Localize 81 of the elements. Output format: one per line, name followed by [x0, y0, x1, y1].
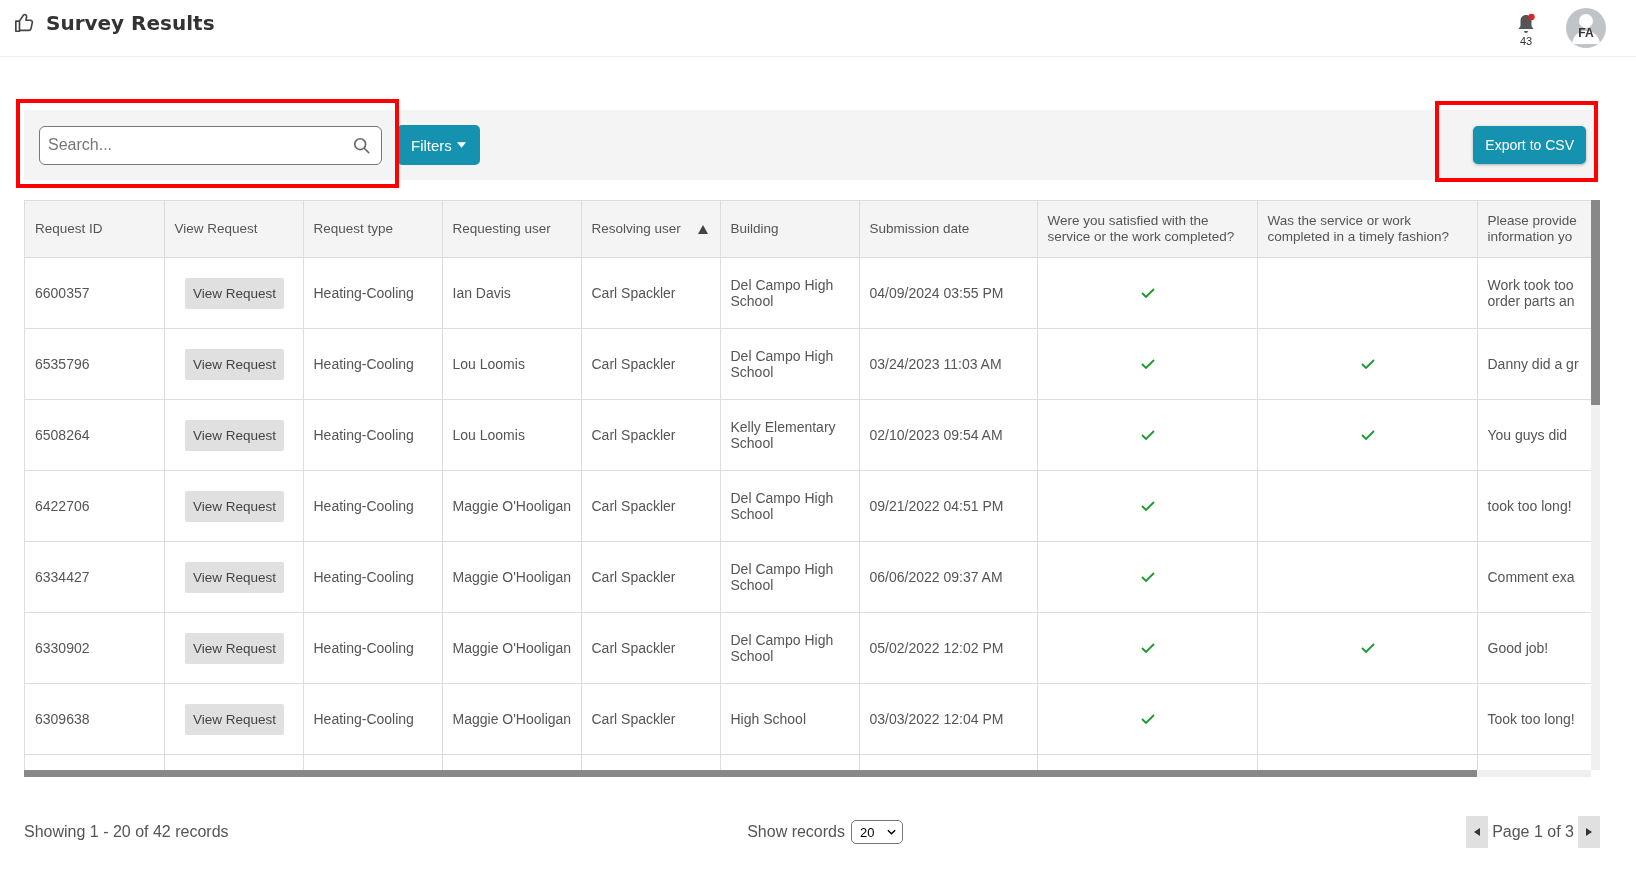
resolving-user-cell: Carl Spackler — [581, 612, 720, 684]
building-cell: Del Campo High School — [720, 470, 859, 542]
notification-count: 43 — [1519, 35, 1533, 47]
column-header[interactable]: Was the service or work completed in a timely fashion? — [1257, 200, 1477, 258]
column-header[interactable]: Please provide information yo — [1477, 200, 1591, 258]
view-request-button[interactable]: View Request — [184, 419, 285, 451]
page-title: Survey Results — [46, 11, 215, 35]
request-type-cell: Heating-Cooling — [303, 328, 442, 400]
search-field[interactable]: Search... — [39, 125, 382, 165]
previous-page-button[interactable] — [1466, 816, 1489, 848]
show-records-label: Show records — [747, 823, 845, 841]
request-type-cell: Heating-Cooling — [303, 470, 442, 542]
request-type-cell: Heating-Cooling — [303, 541, 442, 613]
resolving-user-cell: Carl Spackler — [581, 328, 720, 400]
records-summary: Showing 1 - 20 of 42 records — [24, 823, 230, 841]
building-cell: Kelly Elementary School — [720, 399, 859, 471]
view-request-button[interactable]: View Request — [184, 632, 285, 664]
resolving-user-cell: Carl Spackler — [581, 541, 720, 613]
building-cell: Del Campo High School — [720, 612, 859, 684]
request-id-cell: 6535796 — [25, 328, 164, 400]
request-id-cell: 6330902 — [25, 612, 164, 684]
submission-date-cell: 05/02/2022 12:02 PM — [859, 612, 1037, 684]
resolving-user-cell: Carl Spackler — [581, 683, 720, 755]
column-header[interactable]: Request type — [303, 200, 442, 258]
view-request-button[interactable]: View Request — [184, 561, 285, 593]
view-request-button[interactable]: View Request — [184, 277, 285, 309]
caret-icon — [456, 142, 466, 148]
resolving-user-cell: Carl Spackler — [581, 470, 720, 542]
request-id-cell: 6600357 — [25, 257, 164, 329]
requesting-user-cell: Ian Davis — [442, 257, 581, 329]
submission-date-cell: 09/21/2022 04:51 PM — [859, 470, 1037, 542]
chevron-down-icon — [887, 829, 896, 835]
view-request-button[interactable]: View Request — [184, 703, 285, 735]
caret-left-icon — [1474, 828, 1481, 836]
building-cell: Del Campo High School — [720, 257, 859, 329]
records-per-page-select[interactable]: 20 — [851, 820, 903, 844]
column-header[interactable]: Were you satisfied with the service or the work completed? — [1037, 200, 1257, 258]
requesting-user-cell: Maggie O'Hooligan — [442, 541, 581, 613]
thumbs-up-icon — [14, 12, 36, 34]
request-type-cell: Heating-Cooling — [303, 683, 442, 755]
submission-date-cell: 04/09/2024 03:55 PM — [859, 257, 1037, 329]
search-icon — [353, 136, 371, 155]
column-header[interactable]: Request ID — [25, 200, 164, 258]
horizontal-scrollbar[interactable] — [24, 770, 1591, 777]
request-id-cell: 6508264 — [25, 399, 164, 471]
submission-date-cell: 06/06/2022 09:37 AM — [859, 541, 1037, 613]
request-type-cell: Heating-Cooling — [303, 612, 442, 684]
next-page-button[interactable] — [1578, 816, 1600, 848]
building-cell: Del Campo High School — [720, 541, 859, 613]
resolving-user-cell: Carl Spackler — [581, 399, 720, 471]
view-request-button[interactable]: View Request — [184, 490, 285, 522]
user-avatar[interactable]: FA — [1566, 8, 1606, 48]
filters-button[interactable]: Filters — [397, 125, 480, 165]
view-request-button[interactable]: View Request — [184, 348, 285, 380]
column-header[interactable]: Submission date — [859, 200, 1037, 258]
column-header[interactable]: View Request — [164, 200, 303, 258]
building-cell: High School — [720, 683, 859, 755]
export-csv-button[interactable]: Export to CSV — [1473, 126, 1586, 164]
submission-date-cell: 03/24/2023 11:03 AM — [859, 328, 1037, 400]
caret-right-icon — [1586, 828, 1592, 836]
submission-date-cell: 03/03/2022 12:04 PM — [859, 683, 1037, 755]
requesting-user-cell: Maggie O'Hooligan — [442, 612, 581, 684]
building-cell: Del Campo High School — [720, 328, 859, 400]
column-header[interactable]: Resolving user — [581, 200, 720, 258]
requesting-user-cell: Maggie O'Hooligan — [442, 470, 581, 542]
request-type-cell: Heating-Cooling — [303, 257, 442, 329]
request-type-cell: Heating-Cooling — [303, 399, 442, 471]
sort-arrow-icon — [697, 224, 708, 234]
column-header[interactable]: Building — [720, 200, 859, 258]
requesting-user-cell: Lou Loomis — [442, 328, 581, 400]
request-id-cell: 6309638 — [25, 683, 164, 755]
submission-date-cell: 02/10/2023 09:54 AM — [859, 399, 1037, 471]
request-id-cell: 6334427 — [25, 541, 164, 613]
request-id-cell: 6422706 — [25, 470, 164, 542]
column-header[interactable]: Requesting user — [442, 200, 581, 258]
vertical-scrollbar[interactable] — [1591, 200, 1600, 770]
requesting-user-cell: Maggie O'Hooligan — [442, 683, 581, 755]
bell-icon[interactable] — [1516, 13, 1536, 35]
page-indicator: Page 1 of 3 — [1492, 823, 1574, 841]
resolving-user-cell: Carl Spackler — [581, 257, 720, 329]
requesting-user-cell: Lou Loomis — [442, 399, 581, 471]
